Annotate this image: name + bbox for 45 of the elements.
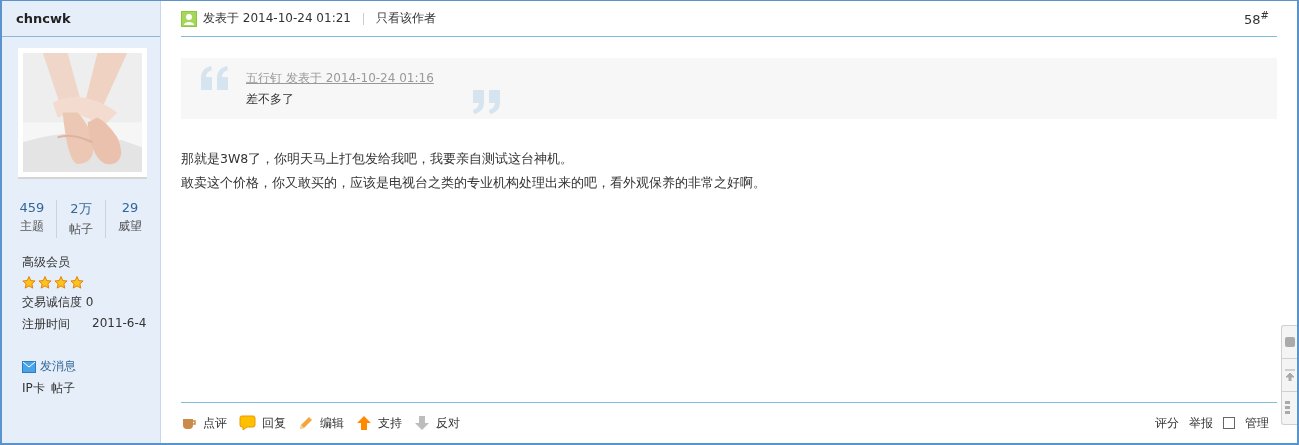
stat-label: 帖子 — [69, 221, 93, 238]
cup-icon — [181, 416, 197, 430]
stat-label: 主题 — [20, 218, 44, 235]
back-to-top-icon[interactable] — [1285, 369, 1295, 381]
trust-score: 交易诚信度 0 — [22, 294, 95, 311]
open-quote-icon — [201, 66, 229, 90]
stat-value[interactable]: 459 — [19, 200, 45, 215]
register-date: 2011-6-4 — [92, 316, 147, 332]
envelope-icon — [22, 360, 36, 373]
down-arrow-icon — [414, 415, 430, 431]
star-icon — [22, 276, 36, 289]
star-icon — [70, 276, 84, 289]
send-message-link[interactable]: 发消息 — [22, 358, 160, 375]
username[interactable]: chncwk — [2, 1, 160, 37]
dots-icon[interactable] — [1285, 401, 1291, 415]
post-text: 敢卖这个价格，你又敢买的，应该是电视台之类的专业机构处理出来的吧，看外观保养的非常之好啊。 — [181, 175, 767, 192]
stat-value[interactable]: 29 — [121, 200, 139, 215]
post-action-link[interactable]: 评分 — [1155, 414, 1179, 432]
post-time: 发表于 2014-10-24 01:21 — [203, 10, 351, 27]
reply-link[interactable]: 回复 — [239, 414, 286, 432]
magic-link[interactable]: 帖子 — [50, 380, 75, 397]
register-label: 注册时间 — [22, 316, 70, 333]
chat-icon[interactable] — [1285, 337, 1295, 347]
magic-link[interactable]: IP卡 — [22, 380, 45, 397]
close-quote-icon — [472, 90, 500, 114]
edit-link[interactable]: 编辑 — [298, 414, 344, 432]
support-link[interactable]: 支持 — [356, 414, 402, 432]
floor-number[interactable]: 58$^{#}$ — [1244, 9, 1269, 28]
manage-label: 管理 — [1245, 414, 1269, 432]
stat-label: 威望 — [118, 218, 142, 235]
speech-bubble-icon — [239, 415, 256, 431]
post-text: 那就是3W8了，你明天马上打包发给我吧，我要亲自测试这台神机。 — [181, 151, 575, 168]
user-icon — [181, 10, 197, 27]
star-icon — [54, 276, 68, 289]
author-only-link[interactable]: 只看该作者 — [375, 10, 436, 27]
star-icon — [38, 276, 52, 289]
manage-checkbox[interactable] — [1223, 417, 1235, 429]
quote-text: 差不多了 — [246, 91, 294, 108]
stat-value[interactable]: 2万 — [70, 200, 92, 218]
user-rank: 高级会员 — [22, 254, 71, 271]
pencil-icon — [298, 415, 314, 431]
oppose-link[interactable]: 反对 — [414, 414, 460, 432]
up-arrow-icon — [356, 415, 372, 431]
post-action-link[interactable]: 举报 — [1189, 414, 1213, 432]
comment-link[interactable]: 点评 — [181, 414, 227, 432]
